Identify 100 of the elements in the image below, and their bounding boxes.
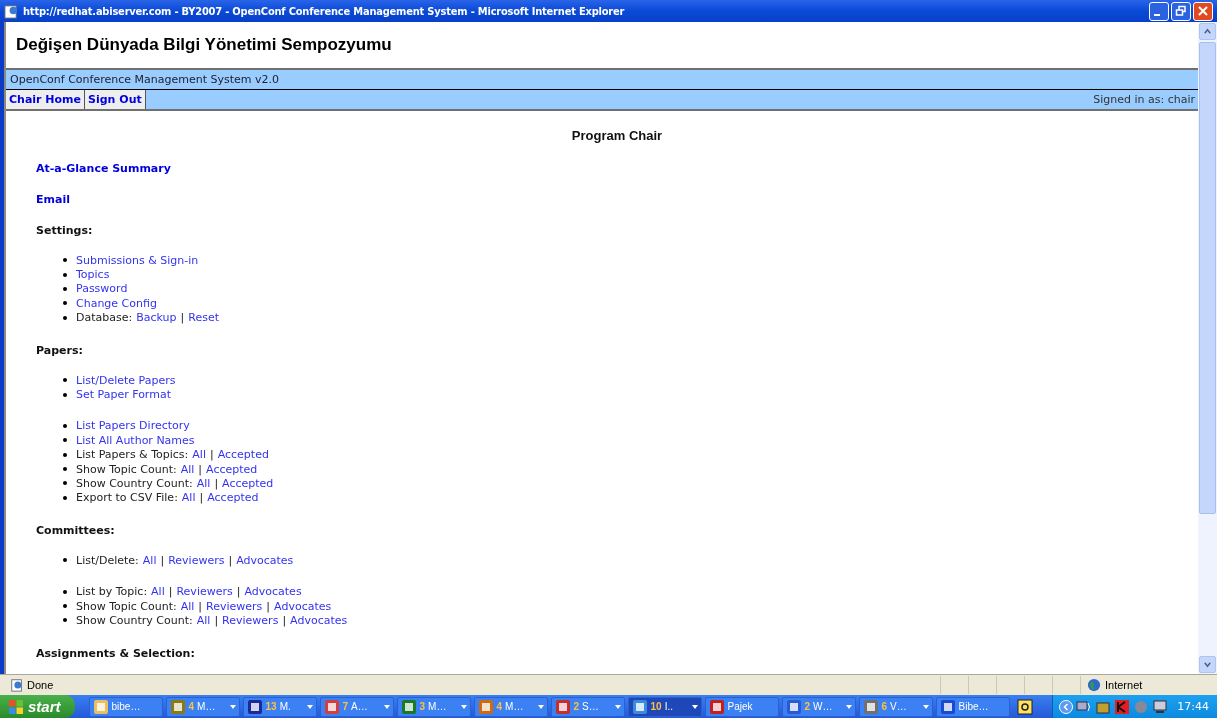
app-icon [554,698,571,715]
menu-link[interactable]: Reviewers [206,599,263,613]
app-icon [92,698,109,715]
signed-in-text: Signed in as: chair [1093,93,1196,106]
taskbar-button[interactable]: 7 A… [319,696,394,717]
separator: | [180,311,185,325]
section-heading: Papers: [36,343,83,357]
bullet-icon [63,452,67,457]
site-title: Değişen Dünyada Bilgi Yönetimi Sempozyumu [16,35,392,55]
taskbar-button[interactable]: 2 S… [550,696,625,717]
menu-link[interactable]: All [192,448,206,462]
item-label: List Papers & Topics: [76,448,189,462]
clock: 17:44 [1177,700,1209,713]
item-label: List by Topic: [76,585,148,599]
taskbar-button[interactable]: 13 M. [242,696,317,717]
taskbar-button[interactable]: 6 V… [858,696,933,717]
menu-link[interactable]: Advocates [290,613,348,627]
taskbar-button[interactable]: bibe… [88,696,163,717]
separator: | [214,477,219,490]
taskbar-button[interactable]: 3 M… [396,696,471,717]
menu-link[interactable]: All [142,553,157,567]
menu-link[interactable]: All [196,477,211,490]
menu-link[interactable]: Reviewers [168,553,225,567]
section-heading: Committees: [36,524,115,538]
minimize-button[interactable] [1149,1,1169,21]
bullet-icon [63,558,67,563]
bullet-icon [63,272,67,277]
taskbar-button[interactable]: 4 M… [473,696,548,717]
menu-link[interactable]: Advocates [236,553,294,567]
menu-link[interactable]: Accepted [206,462,258,476]
item-label: List/Delete: [76,553,139,567]
menu-link[interactable]: List All Author Names [76,433,195,447]
taskbar-button[interactable]: Bibe… [935,696,1010,717]
menu-link[interactable]: Set Paper Format [76,388,171,402]
menu-link[interactable]: Accepted [222,477,274,490]
menu-link[interactable]: Submissions & Sign-in [76,253,199,267]
restore-button[interactable] [1171,1,1191,21]
separator: | [198,462,203,476]
bullet-icon [63,315,67,320]
menu-link[interactable]: All [196,613,211,627]
close-icon [1197,5,1209,17]
menu-link[interactable]: Accepted [207,491,259,505]
menu-link[interactable]: Topics [76,268,110,282]
nav-link[interactable]: Sign Out [85,90,146,109]
app-icon [323,698,340,715]
item-label: Show Country Count: [76,613,193,627]
menu-link[interactable]: All [151,585,165,599]
separator: | [228,553,233,567]
taskbar-button[interactable]: Pajek [704,696,779,717]
menu-link[interactable]: All [180,462,195,476]
bullet-icon [63,495,67,500]
taskbar-button[interactable]: 4 M… [165,696,240,717]
menu-link[interactable]: Reviewers [222,613,279,627]
section-heading: Settings: [36,224,93,237]
menu-link[interactable]: Backup [136,311,177,325]
menu-link[interactable]: List/Delete Papers [76,373,176,387]
close-button[interactable] [1193,1,1213,21]
menu-link[interactable]: Advocates [274,599,332,613]
monitor-icon[interactable] [1152,698,1169,715]
menu-link[interactable]: Advocates [244,585,302,599]
zone-text: Internet [1105,679,1143,691]
globe-icon [1087,678,1101,692]
page-icon [4,3,19,19]
section-link[interactable]: At-a-Glance Summary [36,162,171,175]
menu-link[interactable]: All [181,491,196,505]
expand-tray-icon[interactable] [1059,699,1074,714]
app-icon [169,698,186,715]
menu-link[interactable]: All [180,599,195,613]
scroll-up-icon [1203,27,1212,36]
menu-link[interactable]: Reset [188,311,219,325]
scrollbar[interactable] [1198,22,1217,674]
bullet-icon [63,467,67,472]
section-heading: Assignments & Selection: [36,646,195,660]
start-button[interactable]: start [0,695,75,718]
bullet-icon [63,481,67,486]
nav-link[interactable]: Chair Home [6,90,86,109]
separator: | [236,585,241,599]
section-link[interactable]: Email [36,193,70,206]
item-label: Export to CSV File: [76,491,178,505]
menu-link[interactable]: Reviewers [176,585,233,599]
menu-link[interactable]: Password [76,282,128,296]
separator: | [168,585,173,599]
item-label: Show Topic Count: [76,599,177,613]
taskbar-button[interactable]: 10 I.. [627,696,702,717]
separator: | [266,599,271,613]
app-icon [246,698,263,715]
item-label: Show Topic Count: [76,462,177,476]
menu-link[interactable]: List Papers Directory [76,419,190,433]
menu-link[interactable]: Change Config [76,296,157,310]
bullet-icon [63,423,67,428]
menu-link[interactable]: Accepted [217,448,269,462]
app-icon [708,698,725,715]
taskbar-button[interactable]: 2 W… [781,696,856,717]
bullet-icon [63,378,67,383]
bullet-icon [63,301,67,306]
bullet-icon [63,392,67,397]
window-title: http://redhat.abiserver.com - BY2007 - OpenConf Conference Management System - Microsoft Internet Explorer [23,4,625,18]
separator: | [198,599,203,613]
app-icon [939,698,956,715]
scroll-down-icon [1203,660,1212,669]
